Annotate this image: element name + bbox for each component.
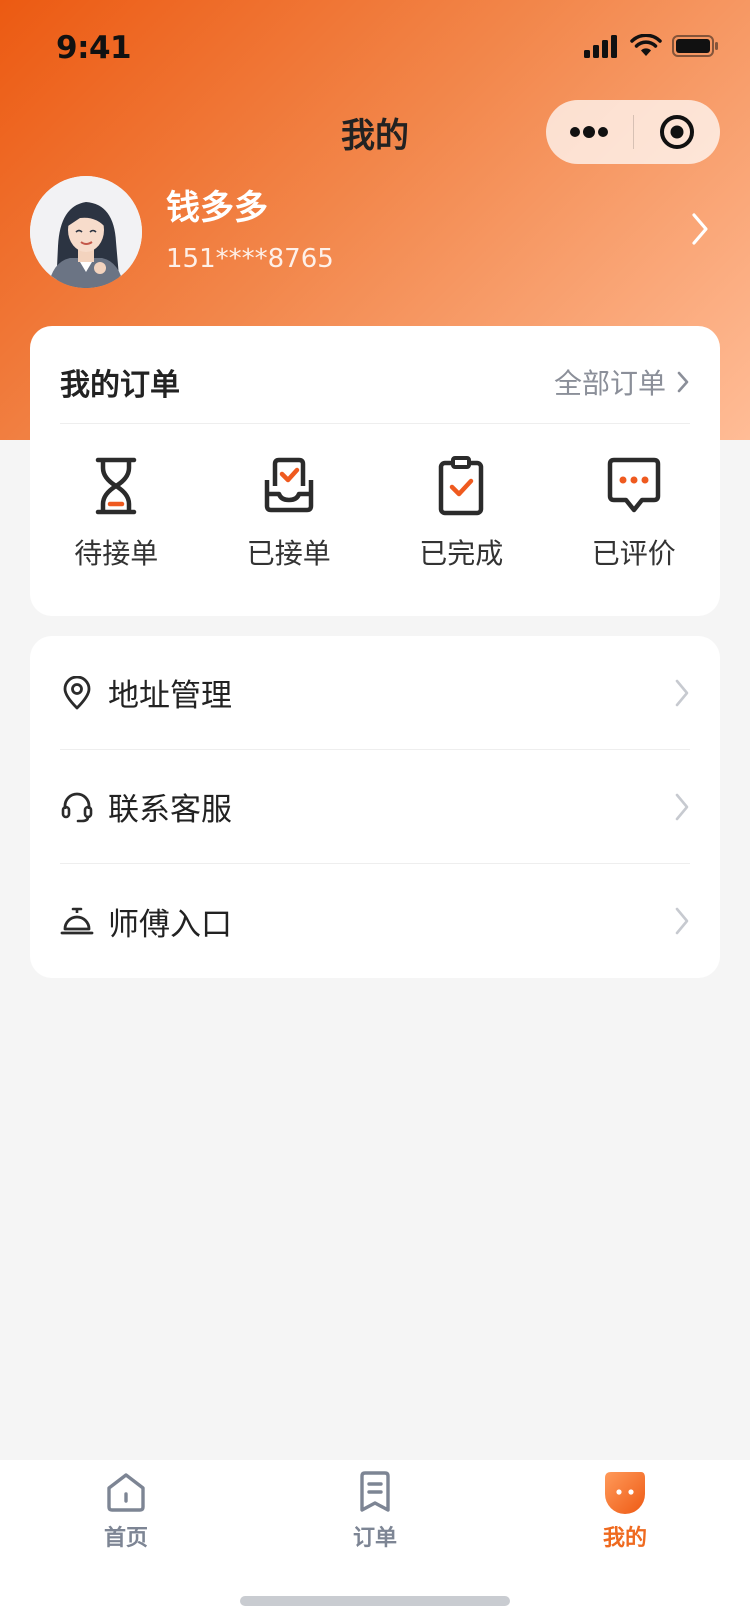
- chevron-right-icon: [677, 371, 689, 393]
- avatar-illustration: [30, 176, 142, 288]
- home-icon: [107, 1473, 145, 1512]
- chat-bubble-icon: [607, 457, 660, 513]
- menu-item-label: 联系客服: [108, 792, 232, 828]
- menu-item-master-entry[interactable]: 师傅入口: [60, 864, 690, 978]
- hourglass-icon: [96, 457, 137, 515]
- signal-icon: [584, 35, 617, 58]
- order-status-accepted[interactable]: 已接单: [203, 454, 376, 572]
- order-status-label: 已接单: [246, 537, 331, 570]
- battery-icon: [672, 35, 718, 57]
- user-phone: 151****8765: [166, 244, 334, 274]
- chevron-right-icon: [675, 679, 689, 706]
- chevron-right-icon: [675, 907, 689, 935]
- order-status-label: 已完成: [419, 537, 504, 570]
- all-orders-label: 全部订单: [553, 367, 666, 400]
- tab-home[interactable]: 首页: [46, 1470, 206, 1552]
- order-status-label: 待接单: [74, 537, 159, 570]
- mini-program-capsule: [546, 100, 720, 164]
- profile-chevron-right-icon[interactable]: [690, 212, 710, 246]
- target-icon: [659, 115, 694, 149]
- orders-title: 我的订单: [60, 368, 180, 403]
- inbox-check-icon: [264, 457, 313, 513]
- service-bell-icon: [60, 907, 94, 935]
- tab-label: 订单: [352, 1526, 397, 1551]
- tab-orders[interactable]: 订单: [295, 1470, 455, 1552]
- order-status-reviewed[interactable]: 已评价: [548, 454, 721, 572]
- more-button[interactable]: [546, 100, 633, 164]
- location-pin-icon: [63, 675, 91, 709]
- wifi-icon: [630, 34, 662, 56]
- close-button[interactable]: [634, 100, 721, 164]
- all-orders-link[interactable]: 全部订单: [554, 362, 690, 402]
- chevron-right-icon: [675, 793, 689, 820]
- orders-header: 我的订单 全部订单: [60, 326, 690, 424]
- order-status-list: 待接单 已接单 已完成 已评价: [30, 454, 720, 572]
- menu-item-label: 地址管理: [108, 678, 232, 714]
- order-status-pending[interactable]: 待接单: [30, 454, 203, 572]
- home-indicator: [240, 1596, 510, 1606]
- menu-card: 地址管理 联系客服 师傅入口: [30, 636, 720, 978]
- menu-item-address[interactable]: 地址管理: [60, 636, 690, 750]
- headset-icon: [61, 792, 93, 822]
- clipboard-check-icon: [439, 456, 484, 516]
- more-dots-icon: [570, 126, 609, 138]
- status-time: 9:41: [56, 30, 132, 66]
- order-status-label: 已评价: [591, 537, 676, 570]
- tab-label: 首页: [103, 1526, 148, 1551]
- avatar[interactable]: [30, 176, 142, 288]
- menu-item-label: 师傅入口: [108, 906, 232, 943]
- order-icon: [360, 1471, 390, 1512]
- mine-icon: [605, 1472, 645, 1514]
- orders-card: 我的订单 全部订单 待接单 已接单 已完成 已评价: [30, 326, 720, 616]
- status-bar: 9:41: [0, 0, 750, 96]
- tab-mine[interactable]: 我的: [545, 1470, 705, 1552]
- tab-label: 我的: [602, 1526, 647, 1551]
- menu-item-customer-service[interactable]: 联系客服: [60, 750, 690, 864]
- user-name: 钱多多: [166, 188, 268, 228]
- order-status-completed[interactable]: 已完成: [375, 454, 548, 572]
